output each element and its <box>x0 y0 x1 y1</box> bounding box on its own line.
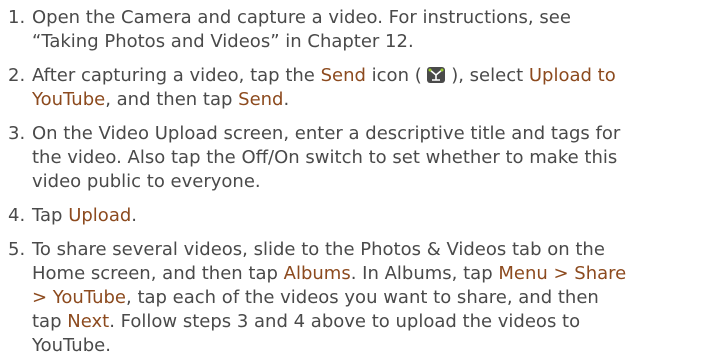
step-5-line-5: YouTube. <box>32 335 111 356</box>
step-2-line-1: After capturing a video, tap the Send ic… <box>32 64 722 88</box>
step-2-line-2: YouTube, and then tap Send. <box>32 88 722 112</box>
youtube-keyword: > YouTube <box>32 287 126 308</box>
upload-keyword: Upload <box>68 205 132 226</box>
step-3-line-3: video public to everyone. <box>32 171 261 192</box>
text: After capturing a video, tap the <box>32 65 321 86</box>
text: icon ( <box>365 65 422 86</box>
step-number: 2. <box>8 65 26 86</box>
step-number: 4. <box>8 205 26 226</box>
text: . <box>283 89 290 110</box>
step-5-line-4: tap Next. Follow steps 3 and 4 above to … <box>32 310 722 334</box>
youtube-keyword: YouTube <box>32 89 106 110</box>
next-keyword: Next <box>67 311 110 332</box>
step-number: 1. <box>8 7 26 28</box>
step-number: 5. <box>8 239 26 260</box>
text: tap <box>32 311 68 332</box>
albums-keyword: Albums <box>283 263 351 284</box>
text: . Follow steps 3 and 4 above to upload t… <box>109 311 581 332</box>
step-1-line-2: “Taking Photos and Videos” in Chapter 12… <box>32 31 414 52</box>
send-icon <box>427 67 446 83</box>
text: . <box>131 205 138 226</box>
step-3-line-2: the video. Also tap the Off/On switch to… <box>32 147 618 168</box>
send-keyword: Send <box>320 65 366 86</box>
upload-to-keyword: Upload to <box>528 65 616 86</box>
step-5-line-1: To share several videos, slide to the Ph… <box>32 239 605 260</box>
text: , tap each of the videos you want to sha… <box>126 287 599 308</box>
text: Tap <box>32 205 69 226</box>
step-1-line-1: Open the Camera and capture a video. For… <box>32 7 571 28</box>
send-keyword: Send <box>238 89 284 110</box>
instruction-steps: 1. Open the Camera and capture a video. … <box>0 0 726 357</box>
text: Home screen, and then tap <box>32 263 284 284</box>
text: . In Albums, tap <box>350 263 499 284</box>
text: ), select <box>451 65 529 86</box>
step-4-line-1: Tap Upload. <box>32 204 722 228</box>
text: , and then tap <box>105 89 239 110</box>
step-number: 3. <box>8 123 26 144</box>
step-5-line-3: > YouTube, tap each of the videos you wa… <box>32 286 722 310</box>
step-3-line-1: On the Video Upload screen, enter a desc… <box>32 123 621 144</box>
menu-share-keyword: Menu > Share <box>498 263 627 284</box>
step-5-line-2: Home screen, and then tap Albums. In Alb… <box>32 262 722 286</box>
